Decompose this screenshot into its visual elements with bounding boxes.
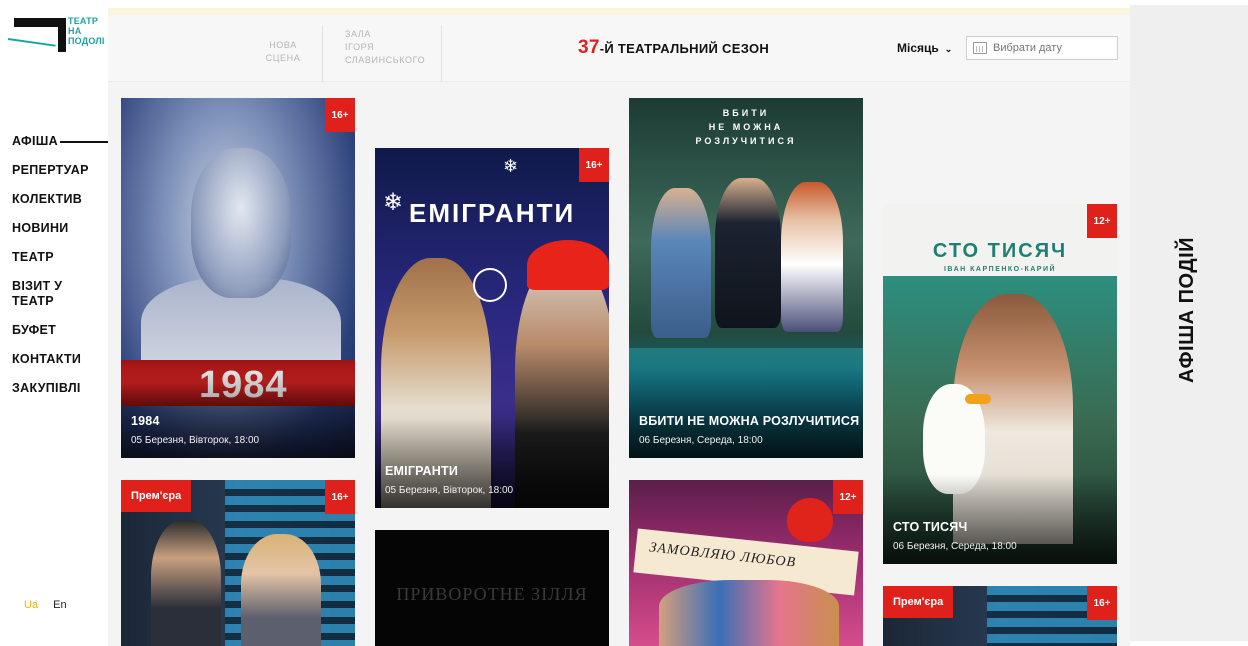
- month-dropdown[interactable]: Місяць ⌄: [897, 41, 952, 55]
- nav-item-visit[interactable]: ВІЗИТ У ТЕАТР: [12, 279, 72, 309]
- nav-item-repertoire[interactable]: РЕПЕРТУАР: [12, 163, 108, 178]
- stage2-line3: СЛАВИНСЬКОГО: [345, 55, 426, 65]
- main-nav: АФІША РЕПЕРТУАР КОЛЕКТИВ НОВИНИ ТЕАТР ВІ…: [12, 134, 118, 410]
- sidebar: ТЕАТР НА ПОДОЛІ АФІША РЕПЕРТУАР КОЛЕКТИВ…: [0, 0, 118, 646]
- events-grid: 1984 16+ 1984 05 Березня, Вівторок, 18:0…: [108, 82, 1130, 646]
- age-badge: 16+: [325, 480, 355, 514]
- lang-ua[interactable]: Ua: [24, 599, 38, 611]
- header-top-strip: [108, 8, 1130, 15]
- event-date: 06 Березня, Середа, 18:00: [893, 541, 1017, 552]
- stage1-line1: НОВА: [269, 40, 297, 50]
- date-picker[interactable]: [966, 36, 1118, 60]
- poster-pryvorotne-zillia: ПРИВОРОТНЕ ЗІЛЛЯ: [375, 530, 609, 646]
- lightbulb-icon: [473, 268, 507, 302]
- poster-figure-face: [191, 148, 291, 298]
- snowflake-icon: ❄: [383, 189, 404, 216]
- nav-item-news[interactable]: НОВИНИ: [12, 221, 108, 236]
- stage2-line1: ЗАЛА: [345, 29, 371, 39]
- header: НОВА СЦЕНА ЗАЛА ІГОРЯ СЛАВИНСЬКОГО 37-Й …: [108, 15, 1130, 82]
- chevron-down-icon: ⌄: [944, 44, 953, 54]
- event-card-1984[interactable]: 1984 16+ 1984 05 Березня, Вівторок, 18:0…: [121, 98, 355, 458]
- event-card-premiere-2[interactable]: Прем'єра 16+: [883, 586, 1117, 646]
- event-card-zamovliaiu-liubov[interactable]: ЗАМОВЛЯЮ ЛЮБОВ 12+: [629, 480, 863, 646]
- duck-beak: [965, 394, 991, 404]
- snowflake-icon: ❄: [503, 156, 519, 176]
- page: ТЕАТР НА ПОДОЛІ АФІША РЕПЕРТУАР КОЛЕКТИВ…: [0, 0, 1248, 646]
- poster-line1: ВБИТИ: [722, 108, 770, 118]
- age-badge: 16+: [325, 98, 355, 132]
- event-title: ЕМІГРАНТИ: [385, 464, 459, 478]
- nav-item-theatre[interactable]: ТЕАТР: [12, 250, 108, 265]
- age-badge: 12+: [1087, 204, 1117, 238]
- stage-link-slavinsky-hall[interactable]: ЗАЛА ІГОРЯ СЛАВИНСЬКОГО: [322, 25, 442, 82]
- premiere-badge: Прем'єра: [883, 586, 954, 618]
- language-switcher: Ua En: [24, 599, 79, 611]
- event-card-sto-tysiach[interactable]: СТО ТИСЯЧ ІВАН КАРПЕНКО-КАРИЙ 12+ СТО ТИ…: [883, 204, 1117, 564]
- poster-figures: [659, 580, 839, 646]
- poster-figure-right: [241, 534, 321, 646]
- logo-teal-line: [7, 38, 56, 47]
- stage-link-new-scene[interactable]: НОВА СЦЕНА: [258, 39, 308, 65]
- nav-item-afisha[interactable]: АФІША: [12, 134, 118, 149]
- logo-line3: ПОДОЛІ: [68, 36, 105, 46]
- nav-item-collective[interactable]: КОЛЕКТИВ: [12, 192, 108, 207]
- event-title: ВБИТИ НЕ МОЖНА РОЗЛУЧИТИСЯ: [639, 414, 860, 428]
- premiere-badge: Прем'єра: [121, 480, 192, 512]
- poster-author: ІВАН КАРПЕНКО-КАРИЙ: [943, 266, 1057, 273]
- poster-zamovliaiu-liubov: ЗАМОВЛЯЮ ЛЮБОВ: [629, 480, 863, 646]
- poster-title-pryvorotne: ПРИВОРОТНЕ ЗІЛЛЯ: [396, 584, 588, 604]
- age-badge: 12+: [833, 480, 863, 514]
- logo-bar-vertical: [58, 18, 66, 52]
- poster-figure-center: [715, 178, 781, 328]
- calendar-icon: [973, 42, 987, 54]
- stage2-line2: ІГОРЯ: [345, 42, 375, 52]
- event-date: 05 Березня, Вівторок, 18:00: [385, 485, 514, 496]
- poster-line2: НЕ МОЖНА: [708, 122, 784, 132]
- poster-title-vbyty: ВБИТИ НЕ МОЖНА РОЗЛУЧИТИСЯ: [629, 106, 863, 148]
- event-card-premiere-1[interactable]: Прем'єра 16+: [121, 480, 355, 646]
- right-panel: АФІША ПОДІЙ: [1130, 5, 1248, 641]
- season-number: 37: [578, 37, 600, 58]
- nav-item-contacts[interactable]: КОНТАКТИ: [12, 352, 108, 367]
- age-badge: 16+: [1087, 586, 1117, 620]
- hardhat-icon: [527, 240, 609, 290]
- month-label: Місяць: [897, 41, 939, 55]
- events-vertical-title: АФІША ПОДІЙ: [1176, 236, 1198, 383]
- event-card-vbyty[interactable]: ВБИТИ НЕ МОЖНА РОЗЛУЧИТИСЯ ВБИТИ НЕ МОЖН…: [629, 98, 863, 458]
- season-title: 37-Й ТЕАТРАЛЬНИЙ СЕЗОН: [578, 37, 769, 59]
- poster-title-sto-tysiach: СТО ТИСЯЧ: [932, 240, 1068, 262]
- poster-title-emigranty: ЕМІГРАНТИ: [409, 198, 576, 228]
- event-title: СТО ТИСЯЧ: [893, 520, 968, 534]
- logo-line1: ТЕАТР: [68, 16, 99, 26]
- event-card-pryvorotne-zillia[interactable]: ПРИВОРОТНЕ ЗІЛЛЯ: [375, 530, 609, 646]
- stage1-line2: СЦЕНА: [265, 53, 301, 63]
- event-date: 05 Березня, Вівторок, 18:00: [131, 435, 260, 446]
- event-card-emigranty[interactable]: ❄ ❄ ЕМІГРАНТИ 16+ ЕМІГРАНТИ 05 Березня, …: [375, 148, 609, 508]
- poster-figure-left: [151, 520, 221, 646]
- heart-balloon-icon: [787, 498, 833, 542]
- logo-text: ТЕАТР НА ПОДОЛІ: [68, 16, 105, 46]
- poster-figure-right: [781, 182, 843, 332]
- theatre-logo[interactable]: ТЕАТР НА ПОДОЛІ: [7, 16, 104, 56]
- event-title: 1984: [131, 414, 160, 428]
- poster-figure-left: [651, 188, 711, 338]
- date-input[interactable]: [993, 42, 1113, 54]
- season-text: -Й ТЕАТРАЛЬНИЙ СЕЗОН: [599, 41, 770, 56]
- logo-line2: НА: [68, 26, 82, 36]
- event-date: 06 Березня, Середа, 18:00: [639, 435, 763, 446]
- poster-line3: РОЗЛУЧИТИСЯ: [695, 136, 797, 146]
- nav-item-buffet[interactable]: БУФЕТ: [12, 323, 108, 338]
- lang-en[interactable]: En: [53, 599, 66, 611]
- age-badge: 16+: [579, 148, 609, 182]
- nav-item-procurement[interactable]: ЗАКУПІВЛІ: [12, 381, 108, 396]
